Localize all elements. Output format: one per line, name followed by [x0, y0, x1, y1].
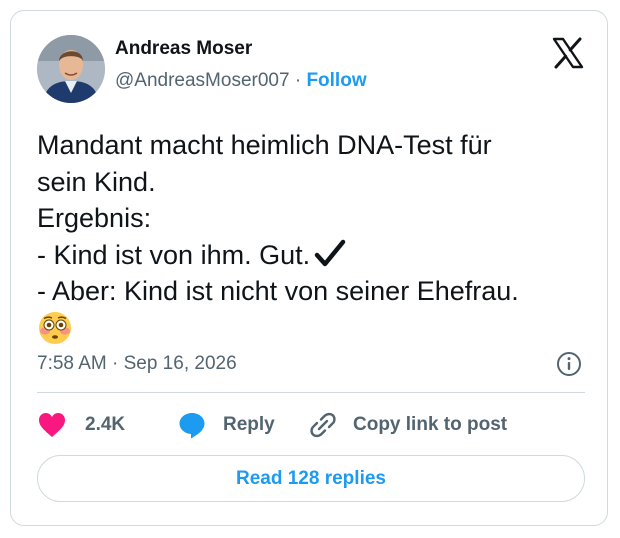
author-handle[interactable]: @AndreasMoser007	[115, 70, 290, 91]
emoji-line	[37, 310, 597, 350]
info-icon[interactable]	[556, 351, 582, 377]
post-text-line-with-check: - Kind ist von ihm. Gut.	[37, 237, 597, 274]
copy-link-button[interactable]: Copy link to post	[309, 409, 507, 441]
handle-row: @AndreasMoser007 · Follow	[115, 69, 367, 93]
post-timestamp[interactable]: 7:58 AM · Sep 16, 2026	[37, 352, 237, 376]
reply-label: Reply	[223, 414, 275, 435]
read-replies-button[interactable]: Read 128 replies	[37, 455, 585, 502]
x-logo-icon[interactable]	[552, 37, 584, 69]
like-count: 2.4K	[85, 414, 126, 435]
read-replies-label: Read 128 replies	[236, 467, 386, 489]
avatar[interactable]	[37, 35, 105, 103]
heart-icon	[37, 411, 67, 439]
flushed-face-emoji-icon	[37, 310, 73, 346]
author-name[interactable]: Andreas Moser	[115, 37, 252, 61]
reply-button[interactable]: Reply	[177, 409, 275, 441]
follow-button[interactable]: Follow	[306, 70, 366, 91]
post-text: Mandant macht heimlich DNA-Test für sein…	[37, 127, 597, 349]
tweet-card: Andreas Moser @AndreasMoser007 · Follow …	[10, 10, 608, 526]
copy-link-label: Copy link to post	[353, 414, 508, 435]
check-mark-icon	[314, 239, 346, 269]
divider	[37, 392, 585, 393]
post-text-line: - Aber: Kind ist nicht von seiner Ehefra…	[37, 276, 519, 306]
speech-bubble-icon	[177, 410, 207, 440]
like-button[interactable]: 2.4K	[37, 409, 125, 441]
link-icon	[309, 411, 337, 439]
post-text-line: Ergebnis:	[37, 203, 152, 233]
handle-separator: ·	[294, 70, 302, 91]
post-text-line: - Kind ist von ihm. Gut.	[37, 239, 311, 270]
post-text-line: Mandant macht heimlich DNA-Test für	[37, 130, 492, 160]
post-text-line: sein Kind.	[37, 166, 156, 197]
